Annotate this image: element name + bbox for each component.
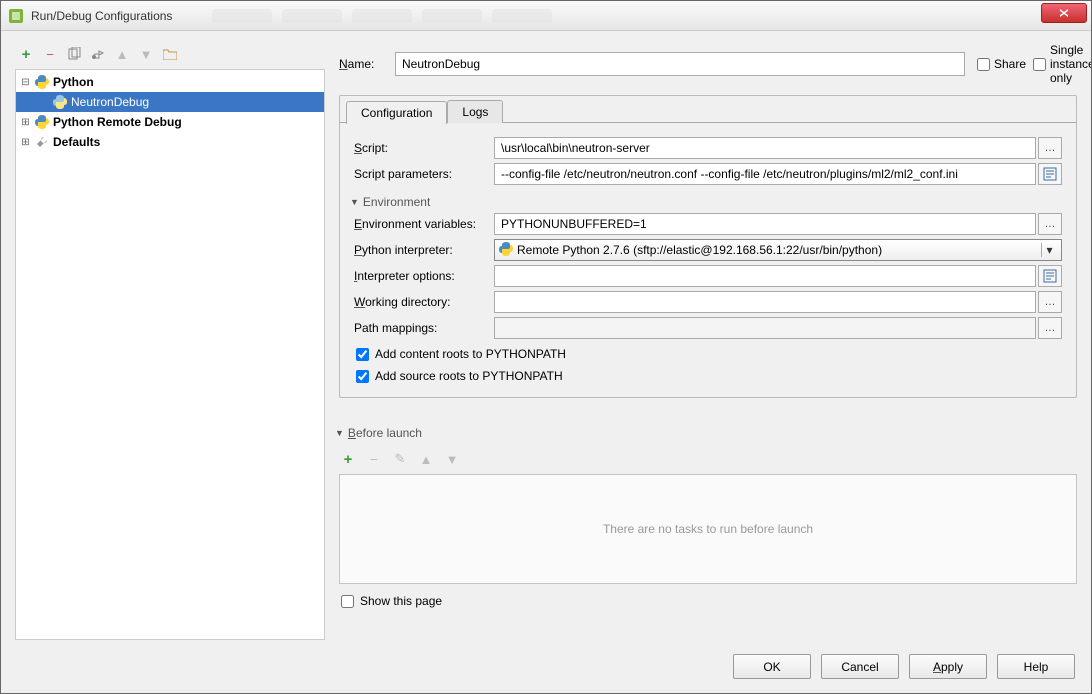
script-params-expand-button[interactable] [1038, 163, 1062, 185]
path-mappings-browse-button[interactable]: … [1038, 317, 1062, 339]
show-this-page-checkbox[interactable]: Show this page [341, 594, 1077, 608]
window-close-button[interactable] [1041, 3, 1087, 23]
envvars-label: Environment variables: [354, 217, 494, 231]
config-toolbar: + − ▲ ▼ [15, 43, 325, 69]
tab-configuration[interactable]: Configuration [346, 101, 447, 124]
envvars-input[interactable] [494, 213, 1036, 235]
background-tabs [172, 9, 1041, 23]
interpreter-value: Remote Python 2.7.6 (sftp://elastic@192.… [517, 243, 882, 257]
left-panel: + − ▲ ▼ ⊟ P [15, 43, 325, 640]
interpreter-select[interactable]: Remote Python 2.7.6 (sftp://elastic@192.… [494, 239, 1062, 261]
envvars-browse-button[interactable]: … [1038, 213, 1062, 235]
move-up-button[interactable]: ▲ [113, 45, 131, 63]
share-checkbox[interactable]: Share [977, 57, 1021, 71]
ok-button[interactable]: OK [733, 654, 811, 679]
script-label: Script: [354, 141, 494, 155]
python-icon [52, 94, 68, 110]
move-down-button[interactable]: ▼ [137, 45, 155, 63]
tree-node-defaults[interactable]: ⊞ Defaults [16, 132, 324, 152]
interpreter-options-label: Interpreter options: [354, 269, 494, 283]
titlebar: Run/Debug Configurations [1, 1, 1091, 31]
edit-defaults-button[interactable] [89, 45, 107, 63]
before-launch-list[interactable]: There are no tasks to run before launch [339, 474, 1077, 584]
tree-label: Python [53, 75, 94, 89]
before-launch-header[interactable]: ▼Before launch [335, 426, 1077, 440]
script-params-label: Script parameters: [354, 167, 494, 181]
script-params-input[interactable] [494, 163, 1036, 185]
dialog-footer: OK Cancel Apply Help [1, 644, 1091, 693]
apply-button[interactable]: Apply [909, 654, 987, 679]
before-launch-section: ▼Before launch + − ✎ ▲ ▼ There are no ta… [339, 416, 1077, 608]
add-config-button[interactable]: + [17, 45, 35, 63]
settings-tab-panel: Configuration Logs Script: … Script para… [339, 95, 1077, 398]
path-mappings-label: Path mappings: [354, 321, 494, 335]
working-dir-input[interactable] [494, 291, 1036, 313]
path-mappings-input[interactable] [494, 317, 1036, 339]
tree-label: NeutronDebug [71, 95, 149, 109]
content-roots-checkbox[interactable]: Add content roots to PYTHONPATH [356, 347, 1062, 361]
copy-config-button[interactable] [65, 45, 83, 63]
empty-tasks-text: There are no tasks to run before launch [603, 522, 813, 536]
python-icon [499, 242, 513, 259]
working-dir-browse-button[interactable]: … [1038, 291, 1062, 313]
tree-node-python[interactable]: ⊟ Python [16, 72, 324, 92]
run-debug-dialog: Run/Debug Configurations + − ▲ ▼ [0, 0, 1092, 694]
python-icon [34, 74, 50, 90]
expand-icon[interactable]: ⊞ [20, 137, 31, 148]
single-instance-checkbox[interactable]: Single instance only [1033, 43, 1077, 85]
tab-logs[interactable]: Logs [447, 100, 503, 123]
working-dir-label: Working directory: [354, 295, 494, 309]
app-icon [7, 7, 25, 25]
folder-button[interactable] [161, 45, 179, 63]
dialog-title: Run/Debug Configurations [31, 9, 172, 23]
wrench-icon [34, 134, 50, 150]
tree-label: Defaults [53, 135, 100, 149]
name-input[interactable] [395, 52, 965, 76]
script-browse-button[interactable]: … [1038, 137, 1062, 159]
tree-node-neutron-debug[interactable]: NeutronDebug [16, 92, 324, 112]
expand-icon[interactable]: ⊟ [20, 77, 31, 88]
remove-config-button[interactable]: − [41, 45, 59, 63]
tree-label: Python Remote Debug [53, 115, 182, 129]
python-icon [34, 114, 50, 130]
help-button[interactable]: Help [997, 654, 1075, 679]
expand-icon[interactable]: ⊞ [20, 117, 31, 128]
task-down-button[interactable]: ▼ [443, 450, 461, 468]
script-input[interactable] [494, 137, 1036, 159]
environment-group[interactable]: ▼Environment [350, 195, 1062, 209]
interpreter-label: Python interpreter: [354, 243, 494, 257]
interpreter-options-input[interactable] [494, 265, 1036, 287]
remove-task-button[interactable]: − [365, 450, 383, 468]
interpreter-options-expand-button[interactable] [1038, 265, 1062, 287]
cancel-button[interactable]: Cancel [821, 654, 899, 679]
tree-node-python-remote-debug[interactable]: ⊞ Python Remote Debug [16, 112, 324, 132]
chevron-down-icon: ▾ [1041, 243, 1057, 257]
right-panel: Name: Share Single instance only Configu… [339, 43, 1077, 640]
name-label: Name: [339, 57, 383, 71]
add-task-button[interactable]: + [339, 450, 357, 468]
task-up-button[interactable]: ▲ [417, 450, 435, 468]
source-roots-checkbox[interactable]: Add source roots to PYTHONPATH [356, 369, 1062, 383]
edit-task-button[interactable]: ✎ [391, 450, 409, 468]
config-tree[interactable]: ⊟ Python NeutronDebug ⊞ [15, 69, 325, 640]
